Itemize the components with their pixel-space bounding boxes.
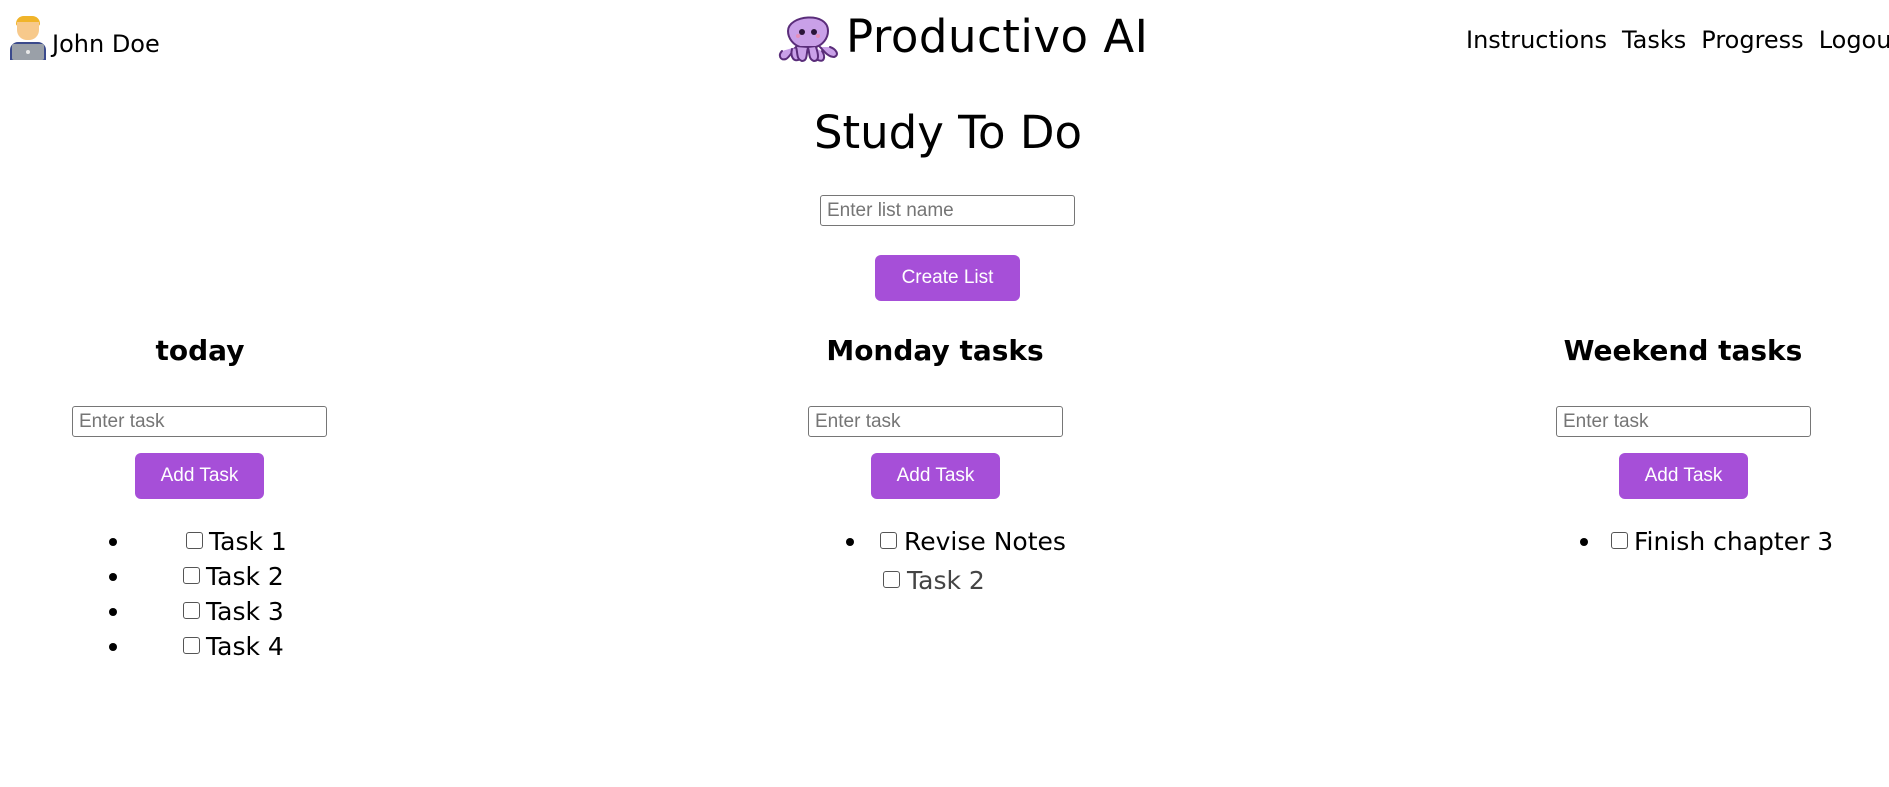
task-list: Finish chapter 3	[1483, 524, 1883, 559]
task-label: Task 2	[206, 562, 284, 591]
nav-progress[interactable]: Progress	[1701, 26, 1803, 54]
brand: Productivo AI	[774, 6, 1148, 66]
task-list: Task 1 Task 2 Task 3 Task 4	[0, 524, 400, 664]
task-label: Revise Notes	[904, 527, 1066, 556]
list-name-input[interactable]	[820, 195, 1075, 226]
add-task-button[interactable]: Add Task	[871, 453, 1000, 499]
main-nav: Instructions Tasks Progress Logou	[1466, 26, 1889, 54]
task-item: Revise Notes	[735, 524, 1135, 559]
bullet	[109, 608, 117, 616]
nav-instructions[interactable]: Instructions	[1466, 26, 1607, 54]
task-checkbox[interactable]	[183, 637, 200, 654]
task-input[interactable]	[808, 406, 1063, 437]
bullet	[1580, 538, 1588, 546]
task-checkbox[interactable]	[183, 567, 200, 584]
task-label: Task 1	[209, 527, 287, 556]
task-checkbox[interactable]	[183, 602, 200, 619]
list-title: today	[155, 334, 245, 367]
task-item: Task 2	[735, 559, 1135, 597]
task-label: Task 3	[206, 597, 284, 626]
user-profile: John Doe	[8, 14, 160, 60]
task-item: Task 2	[0, 559, 400, 594]
octopus-icon	[778, 16, 838, 62]
add-task-button[interactable]: Add Task	[135, 453, 264, 499]
task-checkbox[interactable]	[186, 532, 203, 549]
list-title: Weekend tasks	[1563, 334, 1803, 367]
bullet	[109, 573, 117, 581]
task-checkbox[interactable]	[1611, 532, 1628, 549]
nav-logout[interactable]: Logou	[1819, 26, 1889, 54]
create-list-button[interactable]: Create List	[875, 255, 1020, 301]
task-input[interactable]	[72, 406, 327, 437]
man-technologist-icon	[8, 14, 48, 60]
task-input[interactable]	[1556, 406, 1811, 437]
add-task-button[interactable]: Add Task	[1619, 453, 1748, 499]
task-label: Task 2	[907, 566, 985, 595]
task-list: Revise Notes Task 2	[735, 524, 1135, 597]
task-checkbox[interactable]	[883, 571, 900, 588]
task-item: Task 1	[0, 524, 400, 559]
page-title: Study To Do	[813, 106, 1083, 159]
list-title: Monday tasks	[826, 334, 1044, 367]
nav-tasks[interactable]: Tasks	[1622, 26, 1686, 54]
task-item: Task 3	[0, 594, 400, 629]
bullet	[109, 643, 117, 651]
task-label: Finish chapter 3	[1634, 527, 1834, 556]
user-name: John Doe	[52, 30, 160, 58]
task-checkbox[interactable]	[880, 532, 897, 549]
bullet	[109, 538, 117, 546]
task-label: Task 4	[206, 632, 284, 661]
brand-name: Productivo AI	[846, 9, 1149, 63]
bullet	[846, 538, 854, 546]
task-item: Task 4	[0, 629, 400, 664]
task-item: Finish chapter 3	[1483, 524, 1883, 559]
